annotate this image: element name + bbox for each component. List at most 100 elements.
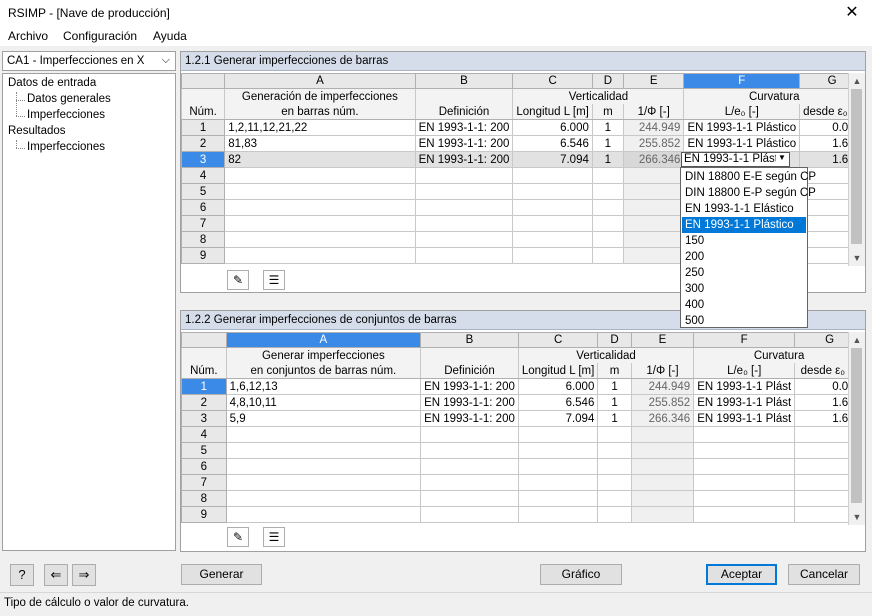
dropdown-option[interactable]: 200 bbox=[682, 249, 806, 265]
dropdown-option[interactable]: 250 bbox=[682, 265, 806, 281]
cell-c[interactable] bbox=[517, 426, 599, 443]
row-number[interactable]: 6 bbox=[181, 458, 227, 475]
chart-button[interactable]: Gráfico bbox=[540, 564, 622, 585]
cell-e[interactable]: 255.852 bbox=[622, 135, 685, 152]
cell-e[interactable] bbox=[630, 474, 695, 491]
table-row[interactable]: 3 5,9 EN 1993-1-1: 200 7.094 1 266.346 EN 1993… bbox=[181, 410, 865, 427]
cell-c[interactable] bbox=[517, 442, 599, 459]
cell-c[interactable]: 7.094 bbox=[517, 410, 599, 427]
help-icon[interactable]: ? bbox=[10, 564, 34, 586]
table-row[interactable]: 9 bbox=[181, 506, 865, 523]
cell-b[interactable]: EN 1993-1-1: 200 bbox=[420, 394, 519, 411]
cell-a[interactable] bbox=[224, 231, 416, 248]
dropdown-option[interactable]: DIN 18800 E-E según CP bbox=[682, 169, 816, 185]
table-row[interactable]: 5 bbox=[181, 442, 865, 459]
cell-c[interactable]: 6.546 bbox=[512, 135, 593, 152]
cell-f[interactable] bbox=[693, 490, 796, 507]
cell-a[interactable] bbox=[224, 247, 416, 264]
row-number[interactable]: 9 bbox=[181, 247, 226, 264]
cell-e[interactable] bbox=[622, 215, 685, 232]
cell-e[interactable] bbox=[630, 506, 695, 523]
cell-c[interactable] bbox=[512, 231, 593, 248]
cell-d[interactable] bbox=[591, 231, 624, 248]
cell-e[interactable]: 266.346 bbox=[630, 410, 695, 427]
cell-d[interactable] bbox=[597, 490, 632, 507]
table-row[interactable]: 7 bbox=[181, 474, 865, 491]
cell-b[interactable] bbox=[414, 231, 514, 248]
cell-f[interactable]: EN 1993-1-1 Plást bbox=[693, 394, 796, 411]
cell-b[interactable] bbox=[420, 490, 519, 507]
row-number[interactable]: 8 bbox=[181, 490, 227, 507]
cell-f[interactable] bbox=[693, 458, 796, 475]
column-letter-c[interactable]: C bbox=[512, 73, 593, 89]
column-letter-a[interactable]: A bbox=[225, 332, 422, 348]
nav-input-data[interactable]: Datos de entrada bbox=[8, 77, 96, 89]
row-number[interactable]: 4 bbox=[181, 167, 226, 184]
cell-e[interactable] bbox=[622, 167, 685, 184]
cell-c[interactable]: 6.546 bbox=[517, 394, 599, 411]
table-row[interactable]: 4 bbox=[181, 426, 865, 443]
dropdown-option[interactable]: 400 bbox=[682, 297, 806, 313]
cell-a[interactable]: 5,9 bbox=[225, 410, 422, 427]
column-letter-a[interactable]: A bbox=[224, 73, 416, 89]
dropdown-option[interactable]: 300 bbox=[682, 281, 806, 297]
cell-d[interactable] bbox=[597, 442, 632, 459]
column-letter-e[interactable]: E bbox=[622, 73, 685, 89]
export-icon[interactable]: ⇒ bbox=[72, 564, 96, 586]
cell-e[interactable] bbox=[630, 458, 695, 475]
cell-e[interactable] bbox=[630, 442, 695, 459]
cell-f[interactable] bbox=[693, 506, 796, 523]
cell-e[interactable]: 266.346 bbox=[622, 151, 685, 168]
column-letter-f[interactable]: F bbox=[693, 332, 796, 348]
scroll-down-icon[interactable]: ▼ bbox=[849, 509, 865, 525]
cell-b[interactable]: EN 1993-1-1: 200 bbox=[420, 410, 519, 427]
cell-d[interactable] bbox=[597, 506, 632, 523]
row-number[interactable]: 5 bbox=[181, 183, 226, 200]
cell-b[interactable]: EN 1993-1-1: 200 bbox=[420, 378, 519, 395]
cell-f[interactable]: EN 1993-1-1 Plást bbox=[693, 378, 796, 395]
scroll-thumb[interactable] bbox=[851, 348, 862, 503]
cell-b[interactable] bbox=[420, 442, 519, 459]
cell-b[interactable] bbox=[414, 199, 514, 216]
column-letter-f[interactable]: F bbox=[683, 73, 801, 89]
cell-f[interactable]: EN 1993-1-1 Plástico bbox=[683, 119, 801, 136]
cell-a[interactable] bbox=[225, 426, 422, 443]
list-settings-icon[interactable]: ☰ bbox=[263, 527, 285, 547]
cell-c[interactable] bbox=[512, 215, 593, 232]
cell-a[interactable] bbox=[225, 442, 422, 459]
column-letter-e[interactable]: E bbox=[630, 332, 695, 348]
scroll-up-icon[interactable]: ▲ bbox=[849, 73, 865, 89]
cell-d[interactable] bbox=[597, 426, 632, 443]
scroll-down-icon[interactable]: ▼ bbox=[849, 250, 865, 266]
cell-a[interactable]: 1,6,12,13 bbox=[225, 378, 422, 395]
close-icon[interactable]: ✕ bbox=[832, 0, 872, 26]
cell-e[interactable] bbox=[622, 231, 685, 248]
cell-f[interactable] bbox=[693, 474, 796, 491]
dropdown-option[interactable]: 500 bbox=[682, 313, 806, 329]
cell-d[interactable]: 1 bbox=[597, 410, 632, 427]
dropdown-option[interactable]: 150 bbox=[682, 233, 806, 249]
row-number[interactable]: 2 bbox=[181, 394, 227, 411]
column-letter-b[interactable]: B bbox=[414, 73, 514, 89]
nav-general-data[interactable]: Datos generales bbox=[27, 93, 111, 105]
cell-b[interactable]: EN 1993-1-1: 200 bbox=[414, 119, 514, 136]
cell-b[interactable] bbox=[420, 426, 519, 443]
cell-a[interactable] bbox=[224, 167, 416, 184]
import-icon[interactable]: ⇐ bbox=[44, 564, 68, 586]
cell-a[interactable]: 81,83 bbox=[224, 135, 416, 152]
scroll-up-icon[interactable]: ▲ bbox=[849, 332, 865, 348]
cell-f[interactable]: EN 1993-1-1 Plástico bbox=[683, 135, 801, 152]
cell-e[interactable] bbox=[630, 426, 695, 443]
row-number[interactable]: 7 bbox=[181, 215, 226, 232]
cell-b[interactable] bbox=[414, 215, 514, 232]
cell-c[interactable] bbox=[517, 474, 599, 491]
chevron-down-icon[interactable]: ⌵ bbox=[162, 54, 170, 67]
cell-e[interactable] bbox=[630, 490, 695, 507]
cell-a[interactable]: 1,2,11,12,21,22 bbox=[224, 119, 416, 136]
cell-f[interactable] bbox=[693, 442, 796, 459]
cell-a[interactable]: 4,8,10,11 bbox=[225, 394, 422, 411]
row-number[interactable]: 9 bbox=[181, 506, 227, 523]
cell-e[interactable] bbox=[622, 183, 685, 200]
cell-c[interactable] bbox=[512, 199, 593, 216]
cell-e[interactable]: 244.949 bbox=[622, 119, 685, 136]
